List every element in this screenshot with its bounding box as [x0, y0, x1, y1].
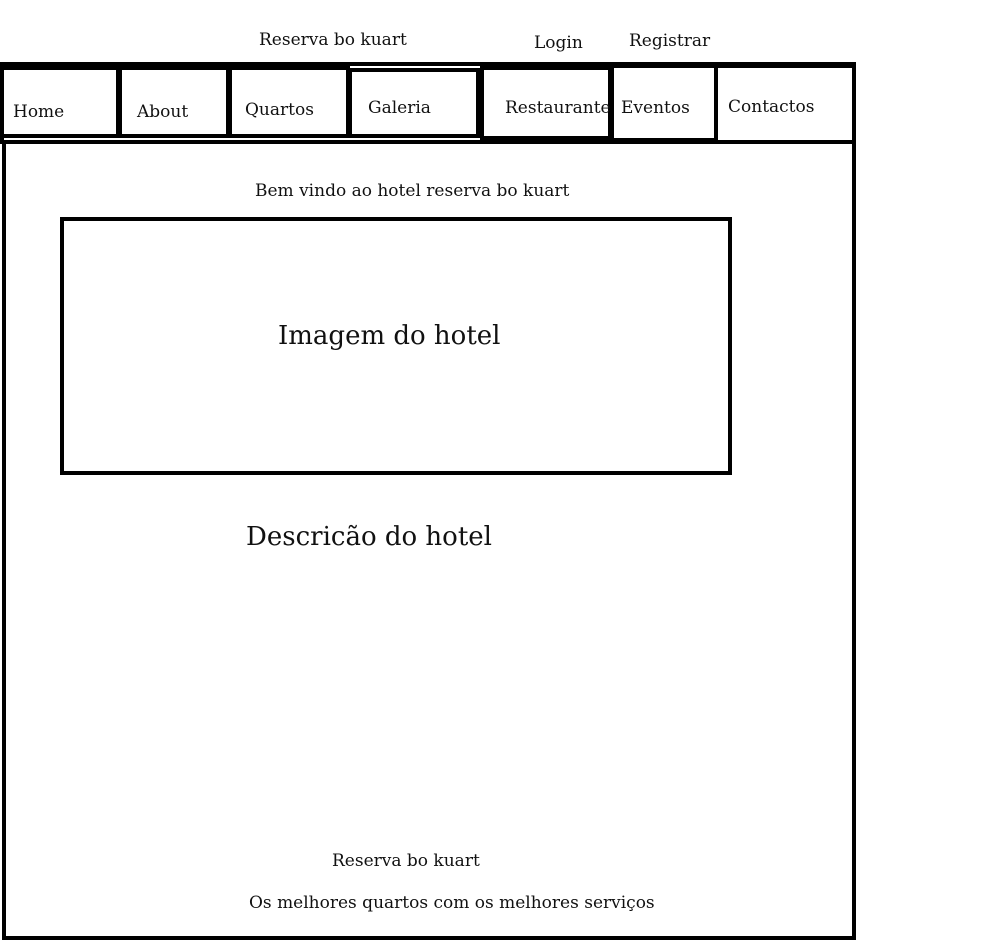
nav-item-label: About	[137, 102, 189, 122]
nav-item-eventos[interactable]: Eventos	[610, 64, 718, 142]
nav-item-home[interactable]: Home	[0, 66, 120, 138]
nav-item-about[interactable]: About	[118, 66, 230, 138]
hotel-image-label: Imagem do hotel	[278, 321, 501, 351]
welcome-text: Bem vindo ao hotel reserva bo kuart	[255, 181, 570, 201]
nav-item-label: Contactos	[728, 97, 815, 117]
login-link[interactable]: Login	[534, 35, 583, 52]
nav-item-label: Galeria	[368, 98, 431, 118]
footer-site-name: Reserva bo kuart	[332, 851, 480, 871]
nav-item-label: Home	[13, 102, 65, 122]
nav-item-label: Eventos	[621, 98, 690, 118]
nav-item-label: Restaurante	[505, 98, 611, 118]
site-title: Reserva bo kuart	[259, 30, 407, 50]
nav-bar: Home About Quartos Galeria Restaurante E…	[0, 62, 856, 144]
register-link[interactable]: Registrar	[629, 33, 710, 50]
hotel-image-placeholder: Imagem do hotel	[60, 217, 732, 475]
nav-item-label: Quartos	[245, 100, 314, 120]
hotel-description: Descricão do hotel	[246, 522, 492, 552]
nav-item-galeria[interactable]: Galeria	[348, 68, 480, 138]
nav-item-quartos[interactable]: Quartos	[228, 66, 350, 138]
footer-tagline: Os melhores quartos com os melhores serv…	[249, 893, 655, 913]
nav-item-restaurante[interactable]: Restaurante	[480, 66, 612, 140]
nav-item-contactos[interactable]: Contactos	[714, 64, 856, 144]
